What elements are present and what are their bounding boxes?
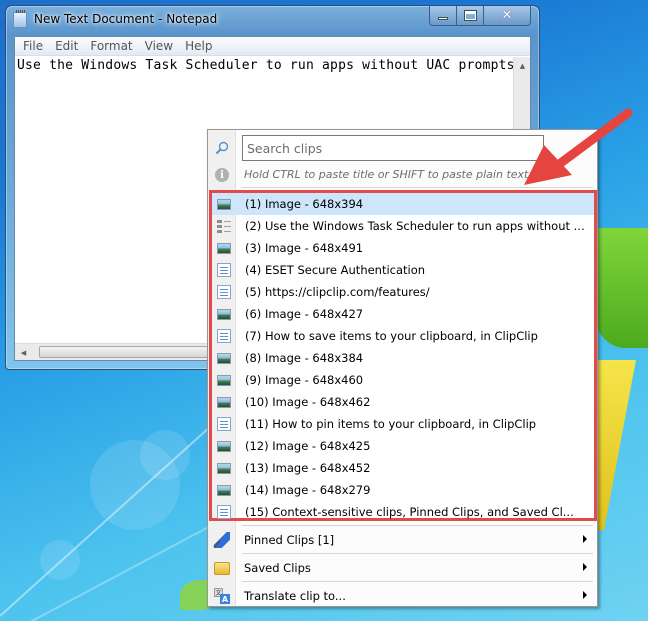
submenu-label: Pinned Clips [1] xyxy=(244,533,335,547)
maximize-button[interactable] xyxy=(457,6,484,26)
submenu-arrow-icon xyxy=(583,535,587,543)
clip-item[interactable]: (7) How to save items to your clipboard,… xyxy=(212,325,594,347)
clip-label: (10) Image - 648x462 xyxy=(245,395,371,409)
image-clip-icon xyxy=(217,441,231,452)
clipclip-menu: i Hold CTRL to paste title or SHIFT to p… xyxy=(207,129,598,607)
saved-clips-submenu[interactable]: Saved Clips xyxy=(208,554,597,581)
minimize-icon xyxy=(438,17,448,20)
text-clip-icon xyxy=(217,285,231,299)
translate-icon: 文 A xyxy=(214,588,230,604)
clip-label: (2) Use the Windows Task Scheduler to ru… xyxy=(245,219,585,233)
pin-icon xyxy=(214,532,230,548)
text-clip-icon xyxy=(217,417,231,431)
menu-view[interactable]: View xyxy=(141,39,181,53)
clip-item[interactable]: (3) Image - 648x491 xyxy=(212,237,594,259)
close-icon: ✕ xyxy=(501,8,513,23)
annotation-arrow-icon xyxy=(524,108,633,185)
editor-content: Use the Windows Task Scheduler to run ap… xyxy=(17,58,515,73)
image-clip-icon xyxy=(217,199,231,210)
minimize-button[interactable] xyxy=(429,6,457,26)
clip-label: (5) https://clipclip.com/features/ xyxy=(245,285,430,299)
clip-item[interactable]: (5) https://clipclip.com/features/ xyxy=(212,281,594,303)
clip-label: (14) Image - 648x279 xyxy=(245,483,371,497)
menu-help[interactable]: Help xyxy=(181,39,220,53)
clip-label: (11) How to pin items to your clipboard,… xyxy=(245,417,537,431)
wallpaper-yellow-shape xyxy=(596,360,636,530)
image-clip-icon xyxy=(217,397,231,408)
wallpaper-green-shape xyxy=(596,228,648,348)
clip-label: (13) Image - 648x452 xyxy=(245,461,371,475)
text-clip-icon xyxy=(217,329,231,343)
clip-item[interactable]: (6) Image - 648x427 xyxy=(212,303,594,325)
clip-item[interactable]: (8) Image - 648x384 xyxy=(212,347,594,369)
clip-item[interactable]: (15) Context-sensitive clips, Pinned Cli… xyxy=(212,501,594,523)
close-button[interactable]: ✕ xyxy=(484,6,531,26)
clip-item[interactable]: (10) Image - 648x462 xyxy=(212,391,594,413)
clip-item[interactable]: (11) How to pin items to your clipboard,… xyxy=(212,413,594,435)
text-clip-icon xyxy=(217,263,231,277)
submenu-arrow-icon xyxy=(583,591,587,599)
clip-item[interactable]: (14) Image - 648x279 xyxy=(212,479,594,501)
clip-label: (9) Image - 648x460 xyxy=(245,373,364,387)
clip-label: (15) Context-sensitive clips, Pinned Cli… xyxy=(245,505,574,519)
clip-item[interactable]: (13) Image - 648x452 xyxy=(212,457,594,479)
image-clip-icon xyxy=(217,485,231,496)
clip-item[interactable]: (1) Image - 648x394 xyxy=(212,193,594,215)
clip-label: (7) How to save items to your clipboard,… xyxy=(245,329,538,343)
clip-label: (8) Image - 648x384 xyxy=(245,351,364,365)
image-clip-icon xyxy=(217,375,231,386)
maximize-icon xyxy=(463,10,477,21)
translate-target-glyph: A xyxy=(220,594,230,604)
menu-bar: File Edit Format View Help xyxy=(15,37,530,56)
scroll-up-arrow-icon[interactable]: ▲ xyxy=(514,57,531,74)
clip-label: (12) Image - 648x425 xyxy=(245,439,371,453)
paste-hint: Hold CTRL to paste title or SHIFT to pas… xyxy=(244,168,529,181)
clip-list: (1) Image - 648x394 (2) Use the Windows T… xyxy=(209,190,597,521)
menu-format[interactable]: Format xyxy=(86,39,140,53)
submenu-label: Saved Clips xyxy=(244,561,311,575)
list-clip-icon xyxy=(217,219,231,233)
image-clip-icon xyxy=(217,353,231,364)
folder-icon xyxy=(214,562,230,575)
window-controls: ✕ xyxy=(429,6,531,26)
menu-file[interactable]: File xyxy=(19,39,51,53)
menu-edit[interactable]: Edit xyxy=(51,39,86,53)
pinned-clips-submenu[interactable]: Pinned Clips [1] xyxy=(208,526,597,553)
submenu-arrow-icon xyxy=(583,563,587,571)
clip-item[interactable]: (4) ESET Secure Authentication xyxy=(212,259,594,281)
clip-item[interactable]: (2) Use the Windows Task Scheduler to ru… xyxy=(212,215,594,237)
submenu-label: Translate clip to... xyxy=(244,589,346,603)
notepad-titlebar[interactable]: New Text Document - Notepad ✕ xyxy=(6,6,539,34)
clip-item[interactable]: (9) Image - 648x460 xyxy=(212,369,594,391)
clip-label: (3) Image - 648x491 xyxy=(245,241,364,255)
image-clip-icon xyxy=(217,309,231,320)
window-title: New Text Document - Notepad xyxy=(34,12,218,26)
translate-clip-submenu[interactable]: 文 A Translate clip to... xyxy=(208,582,597,609)
search-clips-input[interactable] xyxy=(242,135,544,161)
notepad-icon xyxy=(13,10,27,28)
clip-label: (4) ESET Secure Authentication xyxy=(245,263,426,277)
clip-label: (1) Image - 648x394 xyxy=(245,197,364,211)
scroll-left-arrow-icon[interactable]: ◀ xyxy=(15,344,32,361)
image-clip-icon xyxy=(217,463,231,474)
search-icon xyxy=(215,141,229,155)
clip-item[interactable]: (12) Image - 648x425 xyxy=(212,435,594,457)
text-clip-icon xyxy=(217,505,231,519)
image-clip-icon xyxy=(217,243,231,254)
clip-label: (6) Image - 648x427 xyxy=(245,307,364,321)
desktop-glow xyxy=(140,430,190,480)
info-icon: i xyxy=(215,168,229,182)
